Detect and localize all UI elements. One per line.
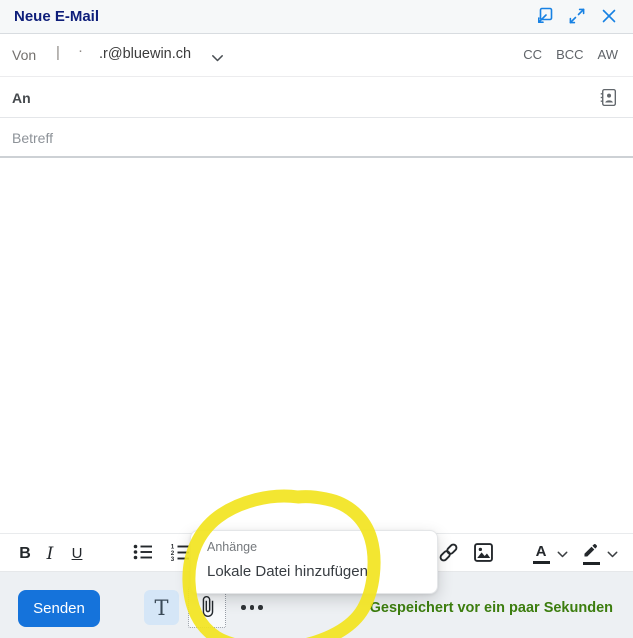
highlighter-pen-icon — [582, 542, 601, 560]
redacted-dot: · — [78, 42, 83, 59]
italic-button[interactable]: I — [37, 538, 63, 569]
attachments-menu: Anhänge Lokale Datei hinzufügen — [190, 530, 438, 594]
sender-select-button[interactable] — [211, 51, 224, 66]
subject-row[interactable]: Betreff — [0, 118, 633, 158]
font-color-button[interactable]: A — [528, 538, 554, 569]
expand-icon — [567, 6, 587, 29]
redacted-cursor: | — [56, 44, 60, 61]
bullet-list-button[interactable] — [130, 538, 156, 569]
address-book-button[interactable] — [597, 87, 619, 109]
cc-toggle[interactable]: CC — [523, 47, 542, 62]
window-title: Neue E-Mail — [14, 8, 100, 25]
compose-window: Neue E-Mail Von | · .r@bluewin.ch CC BCC… — [0, 0, 633, 638]
paperclip-icon — [196, 595, 219, 621]
save-status: Gespeichert vor ein paar Sekunden — [369, 600, 613, 616]
window-header: Neue E-Mail — [0, 0, 633, 34]
plain-text-toggle[interactable]: T — [144, 590, 179, 625]
insert-link-button[interactable] — [435, 538, 461, 569]
link-icon — [437, 541, 460, 567]
numbered-list-icon: 123 — [169, 542, 191, 565]
from-row: | Von | · .r@bluewin.ch CC BCC AW — [0, 34, 633, 77]
highlight-color-button[interactable] — [578, 538, 604, 569]
underline-button[interactable]: U — [64, 538, 90, 569]
image-icon — [472, 541, 495, 567]
close-button[interactable] — [597, 5, 621, 29]
aw-toggle[interactable]: AW — [598, 47, 618, 62]
recipient-toggles: CC BCC AW — [523, 47, 618, 62]
open-in-window-button[interactable] — [533, 5, 557, 29]
expand-button[interactable] — [565, 5, 589, 29]
font-color-swatch — [532, 560, 550, 564]
svg-text:3: 3 — [171, 556, 175, 562]
from-label: Von — [12, 47, 37, 63]
bcc-toggle[interactable]: BCC — [556, 47, 583, 62]
close-icon — [599, 6, 619, 29]
address-book-icon — [598, 88, 619, 111]
attachments-menu-title: Anhänge — [207, 540, 258, 554]
menu-item-add-local-file[interactable]: Lokale Datei hinzufügen — [207, 563, 368, 580]
send-button[interactable]: Senden — [18, 590, 100, 627]
font-color-chevron-button[interactable] — [553, 538, 571, 569]
more-options-button[interactable] — [232, 590, 272, 625]
bold-button[interactable]: B — [12, 538, 38, 569]
bullet-list-icon — [132, 542, 154, 565]
to-label: An — [12, 90, 31, 106]
chevron-down-icon — [557, 546, 568, 561]
open-in-window-icon — [535, 6, 555, 29]
highlight-color-swatch — [582, 562, 600, 565]
more-options-icon — [241, 605, 263, 610]
chevron-down-icon — [211, 51, 224, 66]
to-row[interactable]: An — [0, 78, 633, 118]
message-body[interactable] — [0, 160, 633, 533]
subject-placeholder: Betreff — [12, 130, 53, 146]
sender-address[interactable]: .r@bluewin.ch — [99, 46, 191, 62]
highlight-chevron-button[interactable] — [603, 538, 621, 569]
insert-image-button[interactable] — [470, 538, 496, 569]
font-color-letter: A — [535, 542, 547, 560]
chevron-down-icon — [607, 546, 618, 561]
